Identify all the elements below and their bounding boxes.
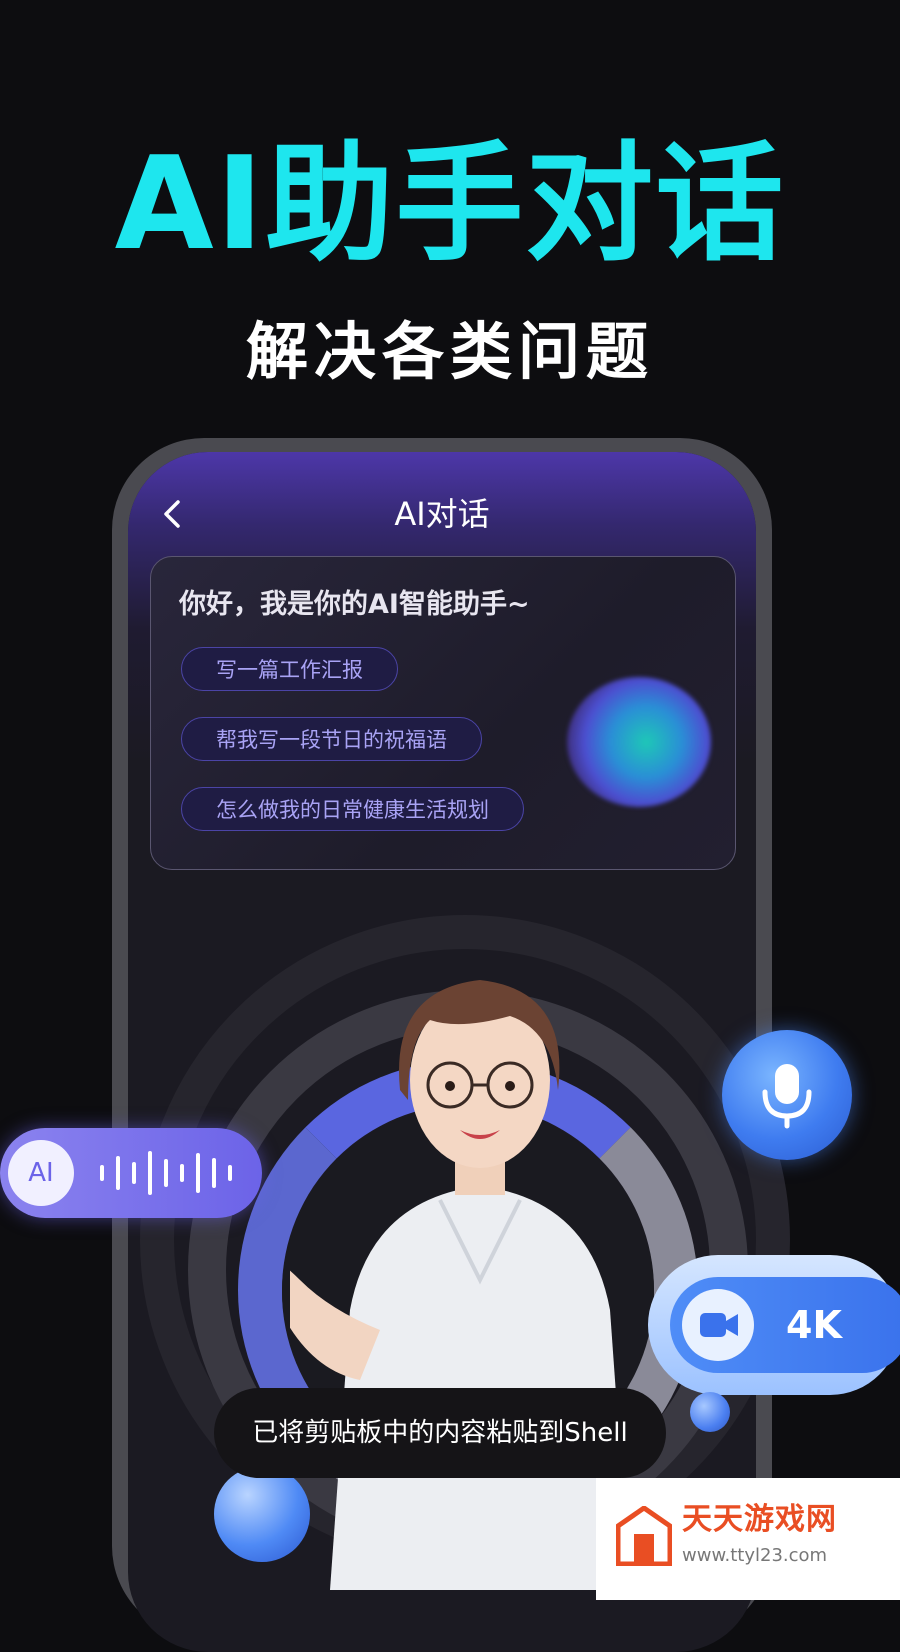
greeting-card: 你好，我是你的AI智能助手~ 写一篇工作汇报 帮我写一段节日的祝福语 怎么做我的… (150, 556, 736, 870)
video-camera-icon (682, 1289, 754, 1361)
waveform-icon (100, 1150, 240, 1196)
watermark-url: www.ttyl23.com (682, 1545, 828, 1566)
video-4k-button[interactable]: 4K (648, 1255, 900, 1395)
decorative-sphere-small (690, 1392, 730, 1432)
watermark-title: 天天游戏网 (682, 1502, 837, 1537)
greeting-text: 你好，我是你的AI智能助手~ (179, 589, 530, 620)
house-logo-icon (616, 1506, 672, 1566)
suggestion-chip-2[interactable]: 帮我写一段节日的祝福语 (181, 717, 482, 761)
promo-subhead: 解决各类问题 (245, 315, 654, 388)
video-4k-label: 4K (786, 1303, 842, 1347)
ai-badge: AI (8, 1140, 74, 1206)
microphone-button[interactable] (722, 1030, 852, 1160)
watermark: 天天游戏网 www.ttyl23.com (596, 1478, 900, 1600)
microphone-icon (762, 1064, 812, 1129)
ai-voice-pill[interactable]: AI (0, 1128, 262, 1218)
suggestion-chip-1[interactable]: 写一篇工作汇报 (181, 647, 398, 691)
page-title: AI对话 (394, 495, 490, 533)
toast-message: 已将剪贴板中的内容粘贴到Shell (214, 1388, 666, 1478)
decorative-sphere-large (214, 1466, 310, 1562)
video-4k-inner: 4K (670, 1277, 900, 1373)
suggestion-chip-3[interactable]: 怎么做我的日常健康生活规划 (181, 787, 524, 831)
ai-orb-icon (567, 677, 711, 807)
promo-headline: AI助手对话 (114, 130, 786, 279)
